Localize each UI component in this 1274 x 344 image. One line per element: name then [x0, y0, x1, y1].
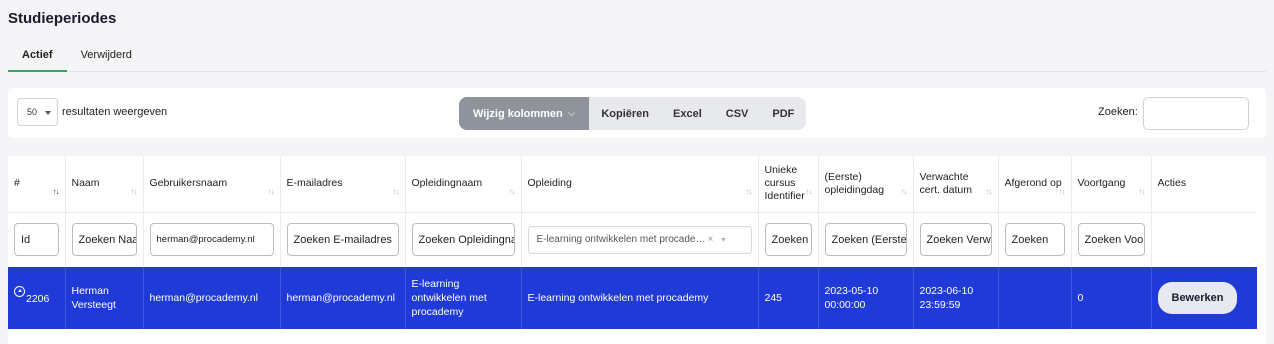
filter-cert-datum-input[interactable]: Zoeken Verwachte: [919, 223, 992, 257]
filter-voortgang-input[interactable]: Zoeken Voortgang: [1077, 223, 1145, 257]
column-header-label: Afgerond op: [1004, 177, 1062, 190]
search-input[interactable]: [1143, 97, 1249, 130]
column-header-label: (Eerste) opleidingdag: [824, 170, 885, 196]
column-header-voortgang[interactable]: Voortgang ↑↓: [1071, 156, 1152, 212]
expand-row-icon[interactable]: [14, 285, 25, 297]
search-label: Zoeken:: [1098, 106, 1138, 118]
column-header-label: Voortgang: [1077, 177, 1126, 190]
sort-desc-icon: ↑↓: [52, 186, 60, 196]
column-header-eerste-dag[interactable]: (Eerste) opleidingdag ↑↓: [818, 156, 914, 212]
sort-icon: ↑↓: [130, 186, 138, 196]
table-toolbar: 50 resultaten weergeven Wijzig kolommen …: [8, 88, 1266, 138]
sort-icon: ↑↓: [508, 186, 516, 196]
caret-down-icon: [45, 111, 51, 115]
sort-icon: ↑↓: [985, 186, 993, 196]
header-row: # ↑↓ Naam ↑↓ Gebruikersnaam ↑↓ E-mailadres ↑…: [8, 156, 1257, 212]
page-length-select[interactable]: 50: [17, 98, 58, 126]
cell-afgerond: [998, 267, 1072, 329]
column-header-afgerond[interactable]: Afgerond op ↑↓: [998, 156, 1072, 212]
filter-id-input[interactable]: Id: [14, 223, 59, 257]
filter-opleidingnaam-input[interactable]: Zoeken Opleidingnaam: [411, 223, 515, 257]
column-header-naam[interactable]: Naam ↑↓: [65, 156, 144, 212]
filter-gebruikersnaam-input[interactable]: herman@procademy.nl: [149, 223, 274, 257]
cell-gebruikersnaam: herman@procademy.nl: [143, 267, 281, 329]
page-length-value: 50: [27, 107, 38, 117]
column-header-opleidingnaam[interactable]: Opleidingnaam ↑↓: [405, 156, 522, 212]
cell-cert-datum: 2023-06-10 23:59:59: [913, 267, 999, 329]
sort-icon: ↑↓: [745, 186, 753, 196]
cell-email: herman@procademy.nl: [280, 267, 406, 329]
copy-button[interactable]: Kopiëren: [589, 97, 661, 130]
column-header-opleiding[interactable]: Opleiding ↑↓: [521, 156, 759, 212]
column-header-label: Gebruikersnaam: [149, 177, 228, 190]
column-header-acties: Acties: [1151, 156, 1257, 212]
filter-row: Id Zoeken Naam herman@procademy.nl Zoeke…: [8, 211, 1257, 267]
filter-opleiding-select[interactable]: E-learning ontwikkelen met procade… × ▾: [527, 225, 752, 254]
csv-button[interactable]: CSV: [714, 97, 761, 130]
sort-icon: ↑↓: [900, 186, 908, 196]
column-header-label: Opleiding: [527, 177, 572, 190]
filter-identifier-input[interactable]: Zoeken: [764, 223, 812, 257]
sort-icon: ↑↓: [805, 186, 813, 196]
cell-identifier: 245: [758, 267, 819, 329]
column-header-label: Unieke cursus Identifier: [764, 164, 805, 203]
sort-icon: ↑↓: [1058, 186, 1066, 196]
filter-afgerond-input[interactable]: Zoeken: [1004, 223, 1065, 257]
filter-eerste-dag-input[interactable]: Zoeken (Eerste): [824, 223, 907, 257]
cell-naam: Herman Versteegt: [65, 267, 144, 329]
chevron-down-icon: ▾: [721, 235, 726, 245]
table-row[interactable]: 2206 Herman Versteegt herman@procademy.n…: [8, 267, 1257, 329]
page: Studieperiodes Actief Verwijderd 50 resu…: [0, 0, 1274, 344]
filter-naam-input[interactable]: Zoeken Naam: [71, 223, 137, 257]
cell-voortgang: 0: [1071, 267, 1152, 329]
column-header-id[interactable]: # ↑↓: [8, 156, 66, 212]
tab-verwijderd[interactable]: Verwijderd: [67, 44, 146, 72]
column-header-identifier[interactable]: Unieke cursus Identifier ↑↓: [758, 156, 819, 212]
filter-opleiding-value: E-learning ontwikkelen met procade…: [536, 234, 706, 246]
column-header-cert-datum[interactable]: Verwachte cert. datum ↑↓: [913, 156, 999, 212]
column-header-label: Naam: [71, 177, 100, 190]
tab-bar: Actief Verwijderd: [8, 44, 1266, 72]
edit-button[interactable]: Bewerken: [1157, 282, 1238, 314]
cell-opleiding: E-learning ontwikkelen met procademy: [521, 267, 759, 329]
sort-icon: ↑↓: [1138, 186, 1146, 196]
export-button-group: Wijzig kolommen ⌵ Kopiëren Excel CSV PDF: [459, 97, 807, 130]
data-table: # ↑↓ Naam ↑↓ Gebruikersnaam ↑↓ E-mailadres ↑…: [8, 156, 1266, 344]
pdf-button[interactable]: PDF: [760, 97, 806, 130]
column-visibility-button[interactable]: Wijzig kolommen ⌵: [459, 97, 590, 130]
cell-opleidingnaam: E-learning ontwikkelen met procademy: [405, 267, 522, 329]
clear-icon[interactable]: ×: [707, 234, 713, 245]
cell-id: 2206: [26, 292, 50, 305]
sort-icon: ↑↓: [392, 186, 400, 196]
excel-button[interactable]: Excel: [661, 97, 714, 130]
column-header-gebruikersnaam[interactable]: Gebruikersnaam ↑↓: [143, 156, 281, 212]
page-title: Studieperiodes: [8, 10, 117, 27]
column-header-email[interactable]: E-mailadres ↑↓: [280, 156, 406, 212]
tab-actief[interactable]: Actief: [8, 44, 67, 72]
column-header-label: #: [14, 177, 20, 190]
column-header-label: Opleidingnaam: [411, 177, 483, 190]
filter-email-input[interactable]: Zoeken E-mailadres: [286, 223, 399, 257]
column-header-label: Acties: [1157, 177, 1187, 190]
column-header-label: Verwachte cert. datum: [919, 170, 973, 196]
chevron-down-icon: ⌵: [567, 108, 576, 119]
cell-eerste-dag: 2023-05-10 00:00:00: [818, 267, 914, 329]
page-length-label: resultaten weergeven: [62, 106, 168, 118]
column-visibility-label: Wijzig kolommen: [473, 107, 563, 120]
column-header-label: E-mailadres: [286, 177, 343, 190]
sort-icon: ↑↓: [267, 186, 275, 196]
